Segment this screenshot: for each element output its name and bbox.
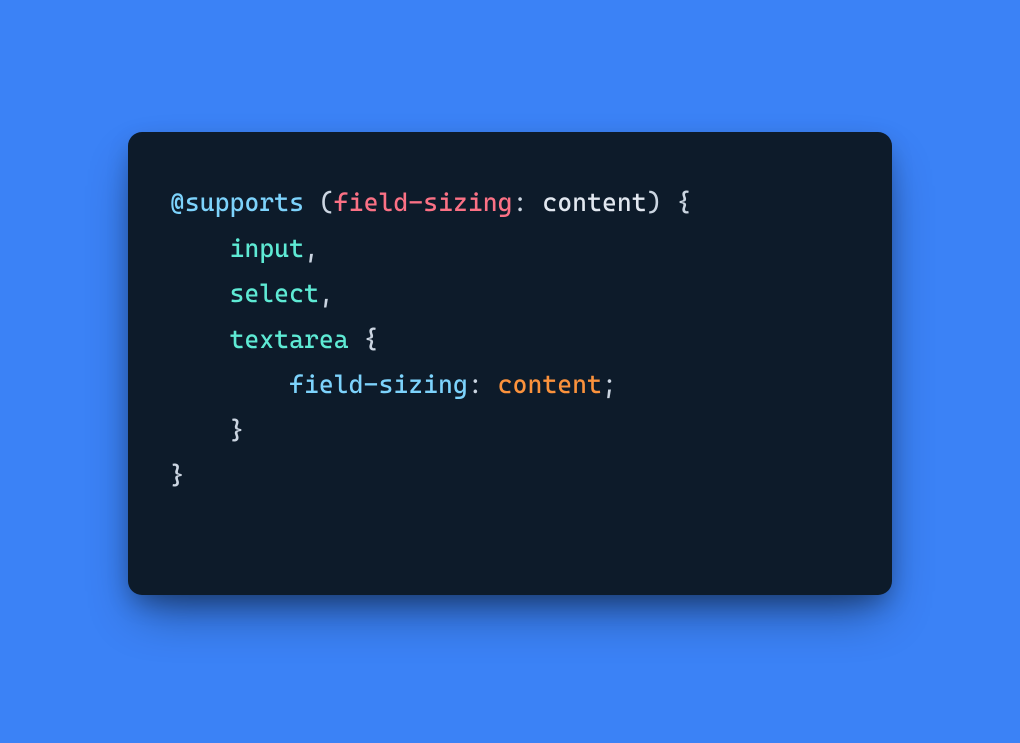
code-line-4: textarea { xyxy=(170,325,379,354)
colon: : xyxy=(468,370,483,399)
css-property: field-sizing xyxy=(289,370,468,399)
code-line-3: select, xyxy=(170,279,334,308)
space xyxy=(483,370,498,399)
css-selector: input xyxy=(230,234,305,263)
css-selector: textarea xyxy=(230,325,349,354)
paren-open: ( xyxy=(319,188,334,217)
css-condition-value: content xyxy=(543,188,647,217)
brace-close: } xyxy=(230,416,245,445)
comma: , xyxy=(319,279,334,308)
colon: : xyxy=(513,188,528,217)
paren-close: ) xyxy=(647,188,662,217)
space xyxy=(528,188,543,217)
comma: , xyxy=(304,234,319,263)
semicolon: ; xyxy=(602,370,617,399)
code-line-6: } xyxy=(170,416,245,445)
indent xyxy=(170,370,289,399)
css-at-rule: @supports xyxy=(170,188,304,217)
code-block: @supports (field-sizing: content) { inpu… xyxy=(128,132,892,595)
css-value: content xyxy=(498,370,602,399)
brace-close: } xyxy=(170,461,185,490)
css-condition-property: field-sizing xyxy=(334,188,513,217)
indent xyxy=(170,325,230,354)
indent xyxy=(170,234,230,263)
brace-open: { xyxy=(349,325,379,354)
indent xyxy=(170,416,230,445)
brace-open: { xyxy=(662,188,692,217)
code-line-5: field-sizing: content; xyxy=(170,370,617,399)
indent xyxy=(170,279,230,308)
code-content: @supports (field-sizing: content) { inpu… xyxy=(170,180,850,499)
code-line-7: } xyxy=(170,461,185,490)
css-selector: select xyxy=(230,279,319,308)
code-line-2: input, xyxy=(170,234,319,263)
code-line-1: @supports (field-sizing: content) { xyxy=(170,188,692,217)
